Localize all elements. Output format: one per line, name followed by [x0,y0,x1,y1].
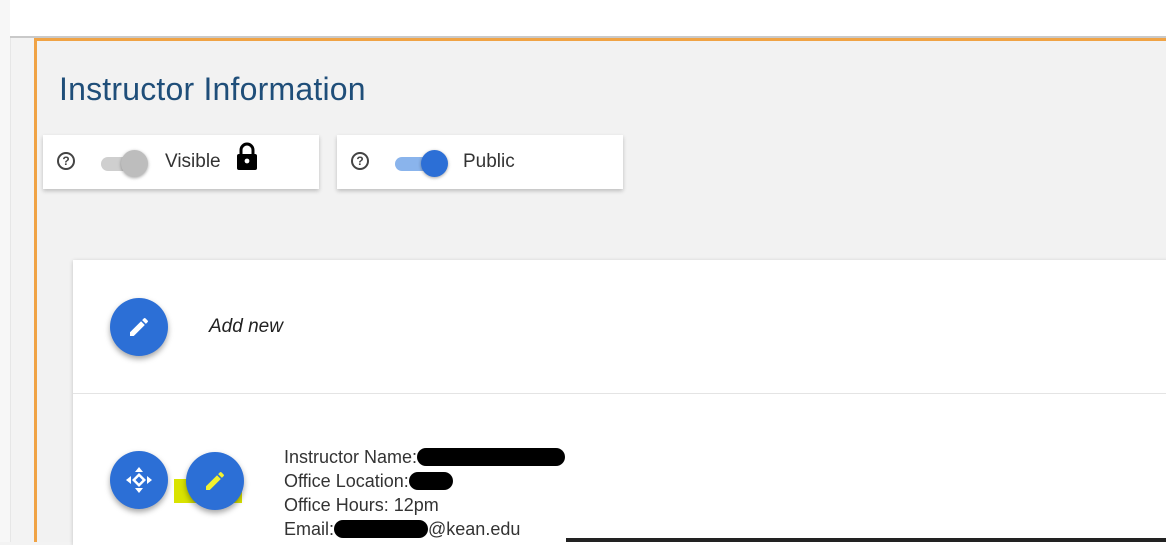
edit-entry-button[interactable] [186,452,244,510]
lock-icon [237,142,257,170]
switch-thumb [121,150,148,177]
switch-thumb [421,150,448,177]
instructor-information-section: Instructor Information ? Visible ? Publi… [34,38,1166,545]
top-bar [10,0,1166,38]
redaction-mark [417,448,566,466]
office-hours-line: Office Hours: 12pm [284,495,439,515]
instructor-list-card: Add new Instructor Name: Office Location… [73,260,1166,545]
help-circle-icon[interactable]: ? [57,152,75,170]
public-toggle-card: ? Public [337,135,623,189]
add-new-button[interactable] [110,298,168,356]
public-switch[interactable] [393,150,451,177]
office-location-line: Office Location: [284,470,453,492]
redaction-mark [334,520,429,538]
move-button[interactable] [110,451,168,509]
add-new-row: Add new [73,260,1166,394]
email-label: Email: [284,519,335,539]
redaction-mark [408,472,453,490]
section-title: Instructor Information [59,71,366,107]
email-line: Email: @kean.edu [284,518,520,540]
add-new-label[interactable]: Add new [209,316,283,338]
instructor-name-label: Instructor Name: [284,447,418,467]
visible-label: Visible [165,151,221,172]
move-icon [126,467,152,493]
help-circle-icon[interactable]: ? [351,152,369,170]
pencil-icon [130,317,149,336]
office-location-label: Office Location: [284,471,409,491]
visible-switch[interactable] [99,150,157,177]
pencil-icon [206,471,225,490]
instructor-name-line: Instructor Name: [284,446,566,468]
visible-toggle-card: ? Visible [43,135,319,189]
public-label: Public [463,151,515,172]
email-domain: @kean.edu [428,519,521,539]
instructor-entry-row: Instructor Name: Office Location: Office… [73,394,1166,545]
left-margin-strip [0,0,11,542]
bottom-rule [566,538,1166,542]
